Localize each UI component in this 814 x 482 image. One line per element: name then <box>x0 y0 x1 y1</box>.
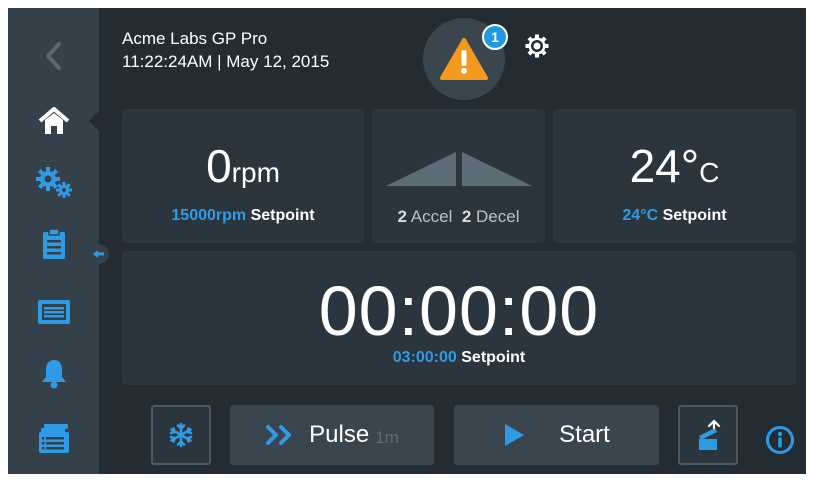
accel-decel-values: 2 Accel 2 Decel <box>372 207 545 227</box>
clipboard-icon <box>42 228 65 259</box>
accel-decel-panel[interactable]: 2 Accel 2 Decel <box>372 109 545 243</box>
temperature-readout: 24°C <box>553 139 796 193</box>
info-icon <box>766 426 794 454</box>
back-button[interactable] <box>8 28 99 84</box>
alert-count-badge: 1 <box>482 24 508 50</box>
date-time: 11:22:24AM | May 12, 2015 <box>122 52 330 71</box>
pulse-button[interactable]: Pulse 1m <box>230 405 434 465</box>
open-lid-button[interactable] <box>678 405 738 465</box>
active-indicator <box>89 111 99 131</box>
pulse-duration: 1m <box>375 428 399 447</box>
decel-label: Decel <box>476 207 520 226</box>
sidebar <box>8 8 99 474</box>
temperature-setpoint-value: 24°C <box>622 207 659 224</box>
home-icon <box>38 107 69 134</box>
open-lid-icon <box>699 419 721 450</box>
speed-unit: rpm <box>231 157 280 188</box>
programs-icon <box>38 424 69 453</box>
warning-icon <box>440 38 488 80</box>
speed-value: 0 <box>206 140 232 192</box>
device-name: Acme Labs GP Pro <box>122 29 268 48</box>
sidebar-item-programs[interactable] <box>8 410 99 466</box>
accel-label: Accel <box>410 207 453 226</box>
timer-setpoint-label: Setpoint <box>461 349 526 366</box>
timer-value: 00:00:00 <box>318 272 600 350</box>
back-chevron-icon <box>45 42 61 70</box>
accel-value: 2 <box>397 207 407 226</box>
temperature-value: 24° <box>629 140 700 192</box>
sidebar-item-log[interactable] <box>8 216 99 272</box>
gears-icon <box>35 167 72 198</box>
temperature-setpoint-label: Setpoint <box>662 207 727 224</box>
temperature-panel[interactable]: 24°C 24°C Setpoint <box>553 109 796 243</box>
timer-setpoint: 03:00:00 Setpoint <box>122 349 796 367</box>
gear-icon <box>525 34 549 58</box>
accel-decel-ramp-graphic <box>386 152 532 186</box>
snowflake-icon <box>169 422 193 448</box>
bell-icon <box>41 360 66 389</box>
speed-setpoint-label: Setpoint <box>250 207 315 224</box>
double-chevron-right-icon <box>266 425 292 445</box>
temperature-unit: C <box>699 157 720 188</box>
rotor-icon <box>37 300 70 324</box>
collapse-sidebar-button[interactable] <box>89 244 109 264</box>
sidebar-item-rotor[interactable] <box>8 284 99 340</box>
fast-temp-button[interactable] <box>151 405 211 465</box>
sidebar-item-home[interactable] <box>8 93 99 149</box>
gear-button[interactable] <box>525 34 549 63</box>
pulse-label: Pulse <box>309 421 370 448</box>
sidebar-item-settings[interactable] <box>8 154 99 210</box>
speed-setpoint-value: 15000rpm <box>171 207 247 224</box>
timer-panel[interactable]: 00:00:00 03:00:00 Setpoint <box>122 251 796 385</box>
temperature-setpoint: 24°C Setpoint <box>553 207 796 225</box>
arrow-left-icon <box>93 250 104 258</box>
speed-setpoint: 15000rpm Setpoint <box>122 207 364 225</box>
speed-readout: 0rpm <box>122 139 364 193</box>
play-icon <box>505 424 525 446</box>
start-button[interactable]: Start <box>454 405 659 465</box>
app-screen: Acme Labs GP Pro 11:22:24AM | May 12, 20… <box>8 8 806 474</box>
info-button[interactable] <box>765 425 795 460</box>
timer-setpoint-value: 03:00:00 <box>392 349 457 366</box>
speed-panel[interactable]: 0rpm 15000rpm Setpoint <box>122 109 364 243</box>
decel-value: 2 <box>461 207 472 226</box>
sidebar-item-alarms[interactable] <box>8 346 99 402</box>
start-label: Start <box>559 421 610 448</box>
